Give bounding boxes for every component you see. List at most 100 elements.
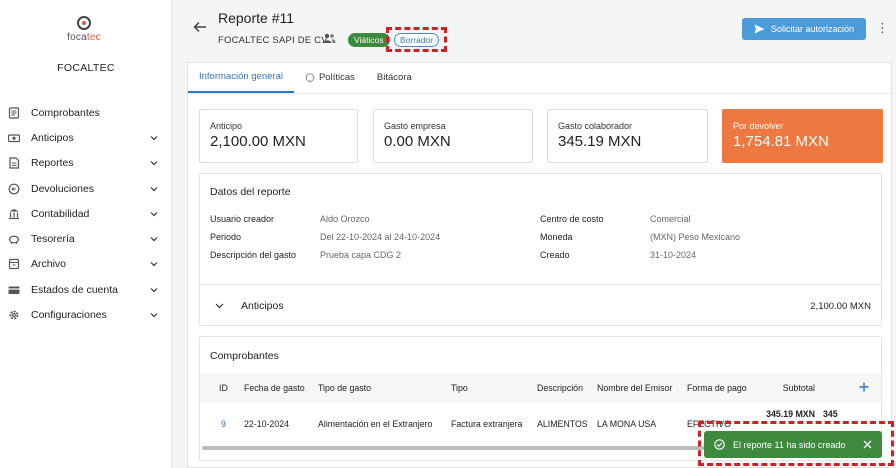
cell-tipo: Factura extranjera: [451, 419, 523, 429]
receipt-icon: [7, 107, 20, 119]
section-title: Comprobantes: [210, 350, 279, 362]
request-authorization-button[interactable]: Solicitar autorización: [742, 18, 866, 40]
archive-icon: [7, 258, 20, 270]
cell-fecha: 22-10-2024: [244, 419, 289, 429]
detail-row: Usuario creador: [210, 214, 274, 224]
gear-icon: [7, 309, 20, 321]
sidebar-item-estados-de-cuenta[interactable]: Estados de cuenta: [0, 277, 172, 302]
detail-value: 31-10-2024: [650, 250, 697, 260]
sidebar-item-contabilidad[interactable]: Contabilidad: [0, 201, 172, 226]
detail-row: Periodo: [210, 232, 241, 242]
logo-text-suffix: tec: [86, 32, 101, 43]
sidebar-nav: Comprobantes Anticipos Reportes Devoluci…: [0, 100, 172, 328]
success-toast: El reporte 11 ha sido creado: [704, 431, 882, 458]
sidebar-item-label: Devoluciones: [31, 182, 95, 195]
summary-label: Gasto colaborador: [558, 121, 633, 131]
summary-value: 345.19 MXN: [558, 133, 642, 150]
sidebar-item-label: Estados de cuenta: [31, 283, 118, 296]
refund-icon: [7, 183, 20, 195]
send-icon: [754, 24, 765, 34]
chevron-down-icon: [150, 186, 158, 191]
detail-row: (MXN) Peso Mexicano: [650, 232, 740, 242]
detail-row: Del 22-10-2024 al 24-10-2024: [320, 232, 440, 242]
detail-row: Aldo Orozco: [320, 214, 370, 224]
summary-cards: Anticipo 2,100.00 MXN Gasto empresa 0.00…: [199, 109, 883, 163]
detail-value: Prueba capa CDG 2: [320, 250, 402, 260]
column-header[interactable]: Subtotal: [759, 373, 819, 403]
summary-card-anticipo: Anticipo 2,100.00 MXN: [199, 109, 358, 163]
sidebar-item-reportes[interactable]: Reportes: [0, 151, 172, 176]
detail-value: Del 22-10-2024 al 24-10-2024: [320, 232, 441, 242]
sidebar-item-label: Tesorería: [31, 233, 75, 246]
anticipos-title: Anticipos: [241, 300, 284, 312]
detail-key: Usuario creador: [210, 214, 275, 224]
anticipos-accordion[interactable]: Anticipos 2,100.00 MXN: [199, 284, 882, 326]
bank-icon: [7, 208, 20, 220]
column-header[interactable]: Tipo: [447, 373, 533, 403]
chevron-down-icon: [150, 287, 158, 293]
focaltec-logo: focatec: [62, 16, 106, 43]
tab-label: Información general: [199, 71, 283, 82]
detail-key: Centro de costo: [540, 214, 604, 224]
tab-politicas[interactable]: Políticas: [294, 62, 366, 93]
chevron-down-icon: [150, 237, 158, 242]
summary-value: 1,754.81 MXN: [733, 133, 829, 150]
back-arrow-icon[interactable]: [193, 20, 207, 37]
cell-tipo-gasto: Alimentación en el Extranjero: [318, 419, 433, 429]
sidebar-item-anticipos[interactable]: Anticipos: [0, 125, 172, 150]
sidebar-item-label: Comprobantes: [31, 106, 100, 119]
people-icon: [322, 33, 336, 43]
column-header[interactable]: Nombre del Emisor: [593, 373, 683, 403]
summary-card-gasto-colaborador: Gasto colaborador 345.19 MXN: [547, 109, 708, 163]
tab-informacion-general[interactable]: Información general: [188, 62, 294, 93]
logo-text-prefix: foca: [67, 32, 87, 43]
detail-value: Comercial: [650, 214, 691, 224]
summary-card-gasto-empresa: Gasto empresa 0.00 MXN: [373, 109, 533, 163]
sidebar-item-configuraciones[interactable]: Configuraciones: [0, 302, 172, 327]
column-header[interactable]: Tipo de gasto: [314, 373, 447, 403]
detail-row: Comercial: [650, 214, 691, 224]
sidebar-item-label: Reportes: [31, 157, 74, 170]
chevron-down-icon[interactable]: [215, 302, 224, 310]
sidebar-item-devoluciones[interactable]: Devoluciones: [0, 176, 172, 201]
column-header[interactable]: ID: [200, 373, 240, 403]
sidebar-item-label: Configuraciones: [31, 309, 107, 322]
detail-row: 31-10-2024: [650, 250, 696, 260]
cash-icon: [7, 132, 20, 144]
chevron-down-icon: [150, 136, 158, 141]
column-header[interactable]: Forma de pago: [683, 373, 759, 403]
badge-status: Borrador: [394, 33, 440, 47]
anticipos-amount: 2,100.00 MXN: [810, 301, 871, 312]
summary-card-por-devolver: Por devolver 1,754.81 MXN: [722, 109, 883, 163]
request-authorization-label: Solicitar autorización: [770, 24, 855, 34]
column-header[interactable]: Descripción: [533, 373, 593, 403]
summary-value: 2,100.00 MXN: [210, 133, 306, 150]
company-subtitle: FOCALTEC SAPI DE CV: [218, 35, 328, 46]
detail-key: Moneda: [540, 232, 573, 242]
cell-emisor: LA MONA USA: [597, 419, 657, 429]
sidebar-item-tesoreria[interactable]: Tesorería: [0, 226, 172, 251]
logo-mark-icon: [77, 16, 91, 30]
row-id-link[interactable]: 9: [221, 419, 226, 429]
sidebar-item-label: Anticipos: [31, 131, 74, 144]
detail-row: Centro de costo: [540, 214, 604, 224]
main-panel: Información general Políticas Bitácora A…: [187, 62, 892, 468]
toast-message: El reporte 11 ha sido creado: [733, 439, 846, 450]
add-comprobante-button[interactable]: [819, 373, 881, 403]
detail-value: Aldo Orozco: [320, 214, 370, 224]
horizontal-scrollbar[interactable]: [202, 446, 707, 450]
sidebar-item-comprobantes[interactable]: Comprobantes: [0, 100, 172, 125]
summary-value: 0.00 MXN: [384, 133, 451, 150]
cell-descripcion: ALIMENTOS: [537, 419, 588, 429]
sidebar-item-archivo[interactable]: Archivo: [0, 252, 172, 277]
report-icon: [7, 157, 20, 169]
column-header[interactable]: Fecha de gasto: [240, 373, 314, 403]
summary-label: Por devolver: [733, 121, 784, 131]
sidebar-item-label: Archivo: [31, 258, 67, 271]
policy-icon: [305, 72, 315, 83]
more-vert-icon[interactable]: ⋮: [876, 21, 889, 36]
badge-viaticos: Viáticos: [348, 33, 390, 47]
tab-bitacora[interactable]: Bitácora: [366, 62, 423, 93]
detail-key: Descripción del gasto: [210, 250, 297, 260]
close-icon[interactable]: [863, 440, 872, 449]
